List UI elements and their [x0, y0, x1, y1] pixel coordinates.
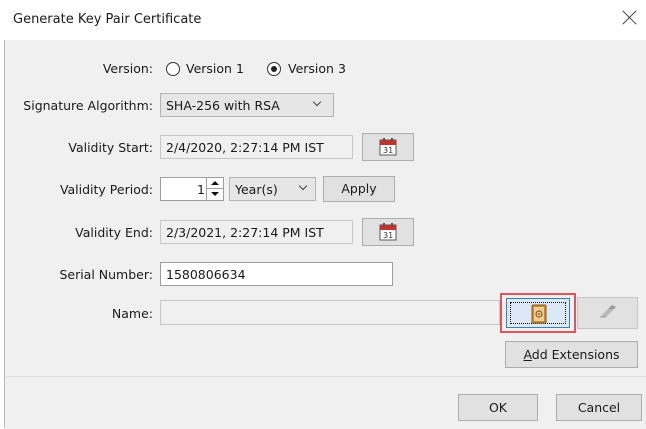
calendar-icon: 31 [379, 138, 397, 156]
radio-version-1-label[interactable]: Version 1 [186, 61, 244, 76]
spinner-up-arrow-icon[interactable] [207, 178, 223, 189]
validity-end-label: Validity End: [75, 225, 153, 240]
apply-button[interactable]: Apply [323, 176, 395, 202]
radio-version-3[interactable] [267, 62, 281, 76]
radio-version-1[interactable] [166, 62, 180, 76]
svg-text:31: 31 [383, 231, 393, 240]
validity-end-field: 2/3/2021, 2:27:14 PM IST [160, 220, 353, 244]
serial-number-field[interactable]: 1580806634 [160, 262, 393, 286]
name-label: Name: [111, 306, 153, 321]
eraser-icon [600, 305, 616, 318]
highlight-box [500, 293, 576, 333]
name-field [160, 300, 500, 325]
spinner-buttons [206, 178, 223, 200]
validity-unit-select[interactable]: Year(s) [229, 177, 316, 201]
validity-start-field: 2/4/2020, 2:27:14 PM IST [160, 135, 353, 159]
add-extensions-button[interactable]: Add Extensions [505, 341, 638, 368]
chevron-down-icon [313, 99, 323, 109]
dialog-footer [5, 376, 646, 429]
spinner-down-arrow-icon[interactable] [207, 189, 223, 200]
close-icon[interactable] [618, 6, 642, 30]
signature-algorithm-select[interactable]: SHA-256 with RSA [160, 93, 334, 117]
ok-button[interactable]: OK [458, 394, 538, 421]
svg-text:31: 31 [383, 146, 393, 155]
chevron-down-icon [299, 183, 309, 193]
validity-end-value: 2/3/2021, 2:27:14 PM IST [166, 225, 324, 240]
title-bar: Generate Key Pair Certificate [0, 0, 646, 40]
validity-end-calendar-button[interactable]: 31 [362, 218, 414, 246]
validity-period-amount: 1 [197, 182, 205, 197]
radio-version-3-label[interactable]: Version 3 [288, 61, 346, 76]
cancel-button[interactable]: Cancel [556, 394, 642, 421]
calendar-icon: 31 [379, 223, 397, 241]
signature-algorithm-value: SHA-256 with RSA [166, 98, 280, 113]
validity-start-value: 2/4/2020, 2:27:14 PM IST [166, 140, 324, 155]
generate-key-pair-dialog: Generate Key Pair Certificate Version: V… [0, 0, 646, 429]
version-label: Version: [102, 61, 153, 76]
add-extensions-mnemonic: A [523, 347, 532, 362]
window-title: Generate Key Pair Certificate [13, 12, 202, 27]
validity-unit-value: Year(s) [235, 182, 278, 197]
serial-number-label: Serial Number: [59, 267, 153, 282]
add-extensions-label: dd Extensions [531, 347, 620, 362]
signature-algorithm-label: Signature Algorithm: [23, 98, 153, 113]
validity-period-spinner[interactable]: 1 [160, 177, 224, 201]
clear-name-button[interactable] [577, 297, 638, 329]
serial-number-value: 1580806634 [166, 267, 246, 282]
validity-period-label: Validity Period: [59, 182, 153, 197]
validity-start-label: Validity Start: [68, 140, 153, 155]
validity-start-calendar-button[interactable]: 31 [362, 133, 414, 161]
